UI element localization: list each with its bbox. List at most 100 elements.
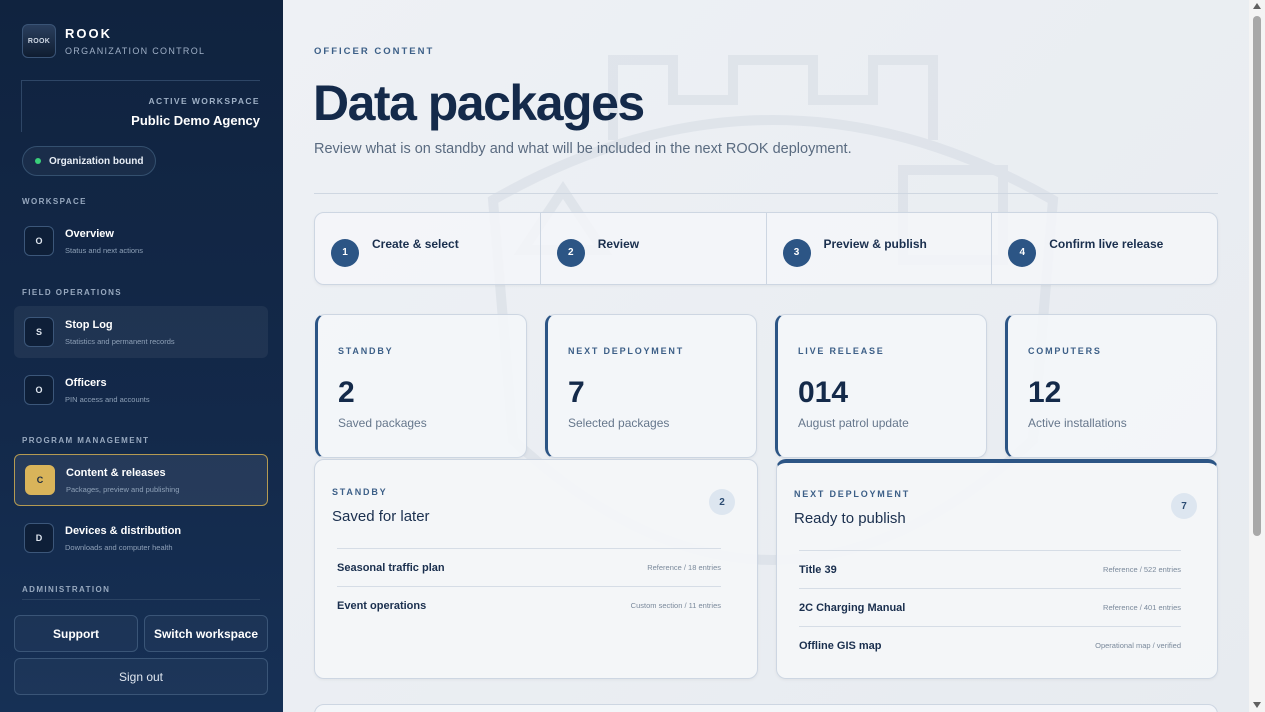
stat-subtitle: Selected packages: [568, 416, 670, 430]
header-divider: [314, 193, 1218, 194]
panel-title: Ready to publish: [794, 510, 906, 527]
section-label-field-operations: FIELD OPERATIONS: [22, 288, 123, 297]
stat-value: 7: [568, 376, 585, 409]
stat-card-computers: COMPUTERS 12 Active installations: [1005, 314, 1217, 458]
stat-subtitle: Active installations: [1028, 416, 1127, 430]
nav-badge: O: [24, 375, 54, 405]
brand-name: ROOK: [65, 26, 112, 41]
stat-label: COMPUTERS: [1028, 346, 1102, 356]
stat-card-live-release: LIVE RELEASE 014 August patrol update: [775, 314, 987, 458]
panel-count-badge: 2: [709, 489, 735, 515]
package-row[interactable]: Offline GIS map Operational map / verifi…: [799, 626, 1181, 664]
step-create-select[interactable]: 1 Create & select: [315, 213, 541, 284]
stat-value: 2: [338, 376, 355, 409]
step-number: 3: [782, 238, 811, 267]
support-button[interactable]: Support: [14, 615, 138, 652]
nav-desc: PIN access and accounts: [65, 394, 150, 404]
step-label: Confirm live release: [1049, 236, 1164, 251]
panel-count-badge: 7: [1171, 493, 1197, 519]
package-name: 2C Charging Manual: [799, 601, 906, 614]
stat-card-next-deployment: NEXT DEPLOYMENT 7 Selected packages: [545, 314, 757, 458]
scroll-down-arrow-icon[interactable]: [1253, 702, 1261, 708]
stat-label: NEXT DEPLOYMENT: [568, 346, 685, 356]
step-review[interactable]: 2 Review: [541, 213, 767, 284]
page-scrollbar[interactable]: [1249, 0, 1265, 712]
next-section-card: [314, 704, 1218, 712]
brand-subtitle: ORGANIZATION CONTROL: [65, 46, 206, 56]
nav-badge: O: [24, 226, 54, 256]
step-number: 2: [556, 238, 585, 267]
organization-status-badge: Organization bound: [22, 146, 157, 176]
rook-logo: ROOK: [22, 24, 56, 58]
sidebar-divider: [22, 599, 260, 600]
package-meta: Operational map / verified: [1095, 641, 1181, 650]
nav-desc: Packages, preview and publishing: [66, 484, 180, 494]
logo-text: ROOK: [27, 37, 51, 45]
section-label-workspace: WORKSPACE: [22, 197, 87, 206]
nav-title: Stop Log: [65, 318, 113, 331]
nav-item-devices-distribution[interactable]: D Devices & distribution Downloads and c…: [14, 512, 268, 564]
package-row[interactable]: Seasonal traffic plan Reference / 18 ent…: [337, 548, 721, 586]
active-workspace: ACTIVE WORKSPACE Public Demo Agency: [21, 80, 260, 132]
step-confirm-live-release[interactable]: 4 Confirm live release: [992, 213, 1217, 284]
panel-label: NEXT DEPLOYMENT: [794, 489, 911, 499]
stat-subtitle: August patrol update: [798, 416, 909, 430]
package-name: Offline GIS map: [799, 639, 882, 652]
nav-item-overview[interactable]: O Overview Status and next actions: [14, 215, 268, 267]
nav-item-content-releases[interactable]: C Content & releases Packages, preview a…: [14, 454, 268, 506]
package-meta: Custom section / 11 entries: [630, 601, 721, 610]
scroll-up-arrow-icon[interactable]: [1253, 3, 1261, 9]
package-row[interactable]: Event operations Custom section / 11 ent…: [337, 586, 721, 624]
status-dot-icon: [35, 158, 41, 164]
nav-title: Officers: [65, 376, 107, 389]
nav-item-officers[interactable]: O Officers PIN access and accounts: [14, 364, 268, 416]
section-label-administration: ADMINISTRATION: [22, 585, 111, 594]
stat-label: STANDBY: [338, 346, 394, 356]
workspace-name: Public Demo Agency: [131, 113, 260, 128]
nav-title: Content & releases: [66, 466, 166, 479]
step-label: Create & select: [372, 236, 459, 251]
nav-badge: D: [24, 523, 54, 553]
stat-subtitle: Saved packages: [338, 416, 427, 430]
package-row[interactable]: Title 39 Reference / 522 entries: [799, 550, 1181, 588]
next-deployment-panel: NEXT DEPLOYMENT Ready to publish 7 Title…: [776, 459, 1218, 679]
stat-value: 014: [798, 376, 849, 409]
package-meta: Reference / 401 entries: [1103, 603, 1181, 612]
step-preview-publish[interactable]: 3 Preview & publish: [767, 213, 993, 284]
sign-out-button[interactable]: Sign out: [14, 658, 268, 695]
package-name: Title 39: [799, 563, 837, 576]
package-row[interactable]: 2C Charging Manual Reference / 401 entri…: [799, 588, 1181, 626]
panel-label: STANDBY: [332, 487, 388, 497]
brand: ROOK ROOK ORGANIZATION CONTROL: [22, 24, 205, 58]
package-meta: Reference / 18 entries: [647, 563, 721, 572]
scrollbar-thumb[interactable]: [1253, 16, 1261, 536]
nav-desc: Downloads and computer health: [65, 542, 173, 552]
nav-title: Devices & distribution: [65, 524, 182, 537]
package-name: Seasonal traffic plan: [337, 561, 445, 574]
sidebar: ROOK ROOK ORGANIZATION CONTROL ACTIVE WO…: [0, 0, 283, 712]
nav-desc: Statistics and permanent records: [65, 336, 175, 346]
step-number: 4: [1008, 238, 1037, 267]
package-meta: Reference / 522 entries: [1103, 565, 1181, 574]
step-number: 1: [331, 238, 359, 267]
nav-title: Overview: [65, 227, 114, 240]
nav-item-stop-log[interactable]: S Stop Log Statistics and permanent reco…: [14, 306, 268, 358]
workspace-label: ACTIVE WORKSPACE: [148, 96, 260, 106]
step-label: Preview & publish: [823, 236, 927, 251]
page-description: Review what is on standby and what will …: [314, 141, 852, 157]
panel-title: Saved for later: [332, 508, 430, 525]
nav-badge: C: [25, 465, 55, 495]
nav-badge: S: [24, 317, 54, 347]
stat-label: LIVE RELEASE: [798, 346, 885, 356]
switch-workspace-button[interactable]: Switch workspace: [144, 615, 268, 652]
nav-desc: Status and next actions: [65, 245, 143, 255]
package-name: Event operations: [337, 599, 427, 612]
page-eyebrow: OFFICER CONTENT: [314, 46, 435, 57]
release-stepper: 1 Create & select 2 Review 3 Preview & p…: [314, 212, 1218, 285]
page-title: Data packages: [313, 75, 645, 131]
standby-panel: STANDBY Saved for later 2 Seasonal traff…: [314, 459, 758, 679]
stat-card-standby: STANDBY 2 Saved packages: [315, 314, 527, 458]
main-content: OFFICER CONTENT Data packages Review wha…: [283, 0, 1249, 712]
section-label-program-management: PROGRAM MANAGEMENT: [22, 436, 150, 445]
status-text: Organization bound: [49, 155, 144, 167]
